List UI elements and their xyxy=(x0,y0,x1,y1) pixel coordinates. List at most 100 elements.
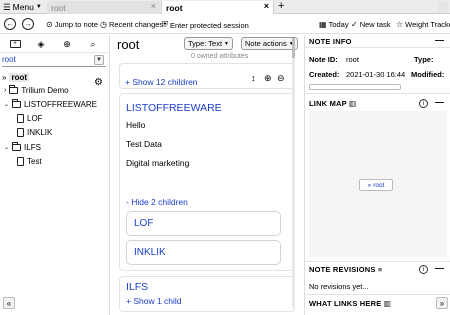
tree-item-trilium-demo[interactable]: › Trilium Demo xyxy=(4,85,69,96)
tree-item-label: LISTOFFREEWARE xyxy=(24,100,97,109)
created-value: 2021-01-30 16:44 xyxy=(346,70,406,79)
jump-to-note-button[interactable]: ⊙ Jump to note xyxy=(46,20,98,29)
tab-root-1[interactable]: root × xyxy=(47,1,160,14)
scrollbar-thumb[interactable] xyxy=(292,38,295,58)
modified-label: Modified: xyxy=(411,70,445,79)
calendar-icon: ▦ xyxy=(319,20,327,29)
owned-attributes-label[interactable]: 0 owned attributes xyxy=(191,53,248,60)
weight-tracker-button[interactable]: ☆ Weight Tracker xyxy=(396,20,450,29)
tree-item-listoffreeware[interactable]: ⌄ LISTOFFREEWARE xyxy=(4,99,97,110)
new-task-button[interactable]: ✓ New task xyxy=(351,20,391,29)
chevron-right-icon: › xyxy=(4,87,7,94)
info-icon[interactable]: i xyxy=(419,265,428,274)
check-icon: ✓ xyxy=(351,20,358,29)
collapse-section-icon[interactable]: — xyxy=(435,97,444,107)
tree-settings-gear-icon[interactable]: ⚙ xyxy=(94,77,103,88)
tree-item-ilfs[interactable]: ⌄ ILFS xyxy=(4,142,41,153)
note-detail-pane: root Type: Text ▼ Note actions ▼ 0 owned… xyxy=(111,35,303,315)
note-type-button[interactable]: Type: Text ▼ xyxy=(184,37,233,50)
note-id-label: Note ID: xyxy=(309,55,338,64)
recent-changes-button[interactable]: ◷ Recent changes xyxy=(100,20,163,29)
divider xyxy=(305,93,450,94)
note-actions-button[interactable]: Note actions ▼ xyxy=(241,37,298,50)
history-icon: ◷ xyxy=(100,20,107,29)
link-map-header: LINK MAP ▥ xyxy=(309,99,356,108)
today-button[interactable]: ▦ Today xyxy=(319,20,349,29)
expand-sidebar-button[interactable]: » xyxy=(436,297,448,309)
tree-item-root[interactable]: » root xyxy=(2,72,30,83)
window-control[interactable] xyxy=(438,1,448,13)
actions-label: Note actions xyxy=(245,39,287,48)
center-scrollbar[interactable] xyxy=(292,38,295,308)
tab-root-2[interactable]: root × xyxy=(161,1,274,14)
card-title[interactable]: ILFS xyxy=(126,281,148,293)
link-map-label: LINK MAP xyxy=(309,99,347,108)
sidebar-toolbar: + ◈ ⊕ ⌕ xyxy=(0,35,110,53)
tab-bar: ☰ Menu ▼ root × root × + xyxy=(0,0,450,14)
card-title[interactable]: LISTOFFREEWARE xyxy=(126,102,222,114)
card-text-line: Test Data xyxy=(126,139,162,149)
weight-label: Weight Tracker xyxy=(405,20,450,29)
tree-item-label: root xyxy=(9,73,30,82)
tree-item-lof[interactable]: LOF xyxy=(17,113,43,124)
document-icon xyxy=(17,128,24,137)
menu-button[interactable]: ☰ Menu ▼ xyxy=(3,1,42,13)
created-label: Created: xyxy=(309,70,340,79)
new-tab-button[interactable]: + xyxy=(278,0,284,12)
link-map-node-root[interactable]: » root xyxy=(359,179,393,191)
zoom-in-icon[interactable]: ⊕ xyxy=(264,73,272,84)
arrow-left-icon: ← xyxy=(6,20,14,28)
show-children-link[interactable]: + Show 12 children xyxy=(125,77,198,87)
zoom-out-icon[interactable]: ⊖ xyxy=(277,73,285,84)
list-icon: ≡ xyxy=(377,265,383,274)
folder-icon xyxy=(9,85,19,94)
divider xyxy=(305,294,450,295)
hide-children-link[interactable]: - Hide 2 children xyxy=(126,197,188,207)
child-card-title: INKLIK xyxy=(134,247,166,258)
chevron-down-icon: ▼ xyxy=(94,55,104,65)
crosshair-icon: ⊙ xyxy=(46,20,53,29)
bookmark-value: root xyxy=(2,55,16,64)
expand-arrows-icon[interactable]: ↕ xyxy=(251,73,256,83)
shield-icon: ⛨ xyxy=(162,20,168,29)
book-card-top: + Show 12 children ↕ ⊕ ⊖ xyxy=(119,63,295,89)
collapse-sidebar-button[interactable]: « xyxy=(3,297,15,309)
map-icon: ▥ xyxy=(349,99,357,108)
menu-label: Menu xyxy=(12,2,34,12)
chevron-double-right-icon: » xyxy=(439,298,445,308)
close-icon[interactable]: × xyxy=(151,1,156,11)
note-info-header: NOTE INFO xyxy=(309,37,352,46)
tree-item-inklik[interactable]: INKLIK xyxy=(17,127,52,138)
bookmark-select[interactable]: root ▼ xyxy=(2,55,106,67)
card-text-line: Hello xyxy=(126,120,146,130)
layers-icon[interactable]: ◈ xyxy=(34,38,48,50)
crosshair-icon[interactable]: ⊕ xyxy=(60,38,74,50)
new-folder-icon[interactable]: + xyxy=(8,38,22,50)
forward-button[interactable]: → xyxy=(22,18,34,30)
collapse-section-icon[interactable]: — xyxy=(435,263,444,273)
collapse-section-icon[interactable]: — xyxy=(435,35,444,45)
hamburger-icon: ☰ xyxy=(3,1,11,12)
link-map-canvas[interactable]: » root xyxy=(309,111,447,257)
show-child-link[interactable]: + Show 1 child xyxy=(126,296,182,306)
close-icon[interactable]: × xyxy=(264,1,269,11)
child-card-lof[interactable]: LOF xyxy=(126,211,281,236)
back-button[interactable]: ← xyxy=(4,18,16,30)
document-icon xyxy=(17,157,24,166)
child-card-inklik[interactable]: INKLIK xyxy=(126,240,281,265)
revisions-text: No revisions yet... xyxy=(309,282,369,291)
chevron-double-right-icon: » xyxy=(367,181,372,189)
card-text-line: Digital marketing xyxy=(126,158,190,168)
folder-icon xyxy=(12,142,22,151)
protected-session-button[interactable]: ⛨ Enter protected session xyxy=(162,20,249,30)
today-label: Today xyxy=(328,20,349,29)
search-icon[interactable]: ⌕ xyxy=(86,38,100,50)
note-title[interactable]: root xyxy=(117,37,139,52)
document-icon xyxy=(17,114,24,123)
recent-label: Recent changes xyxy=(108,20,164,29)
app-window: { "tabbar": { "menu_label": "Menu", "tab… xyxy=(0,0,450,315)
info-icon[interactable]: i xyxy=(419,99,428,108)
map-icon: ▥ xyxy=(383,299,392,308)
tree-item-test[interactable]: Test xyxy=(17,156,42,167)
divider xyxy=(305,261,450,262)
